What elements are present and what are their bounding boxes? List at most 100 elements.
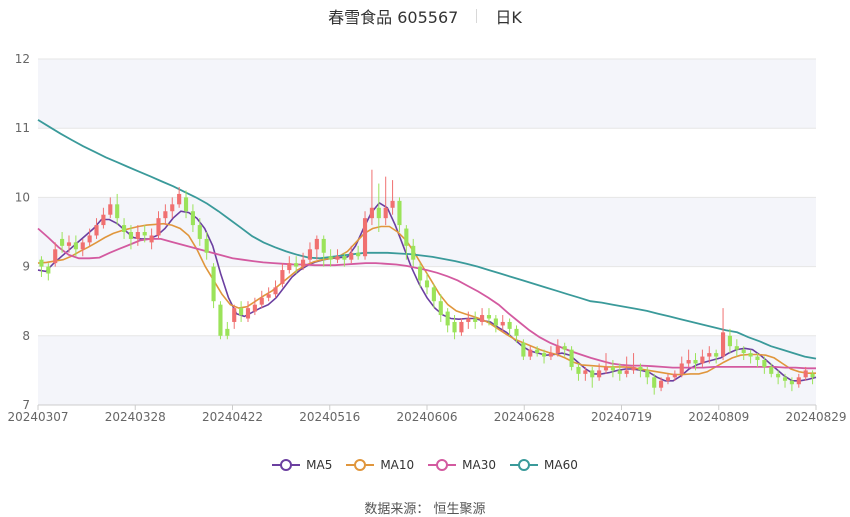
candle-body: [576, 366, 581, 374]
x-tick-label: 20240307: [7, 410, 68, 424]
candle-body: [631, 366, 636, 371]
candle-body: [128, 232, 134, 239]
candle-body: [473, 318, 478, 322]
legend-label-ma60: MA60: [544, 458, 578, 472]
candle-body: [349, 252, 354, 260]
x-tick-label: 20240606: [396, 410, 457, 424]
candle-body: [810, 373, 815, 378]
legend-item-ma30[interactable]: MA30: [428, 458, 496, 472]
candle-body: [328, 256, 333, 260]
candle-body: [776, 373, 781, 378]
candle-body: [314, 238, 319, 250]
x-tick-label: 20240809: [688, 410, 749, 424]
candle-body: [335, 256, 340, 260]
candle-body: [693, 360, 698, 364]
legend-item-ma5[interactable]: MA5: [272, 458, 332, 472]
candle-body: [211, 266, 216, 302]
candle-body: [245, 308, 251, 319]
candle-body: [259, 297, 264, 305]
candle-body: [741, 349, 746, 354]
candle-body: [60, 238, 65, 246]
candle-body: [714, 353, 719, 357]
grid-layer: [38, 58, 816, 406]
candle-body: [769, 366, 774, 374]
candle-body: [521, 342, 526, 357]
legend-label-ma5: MA5: [306, 458, 333, 472]
candle-body: [66, 242, 72, 246]
candle-body: [424, 280, 430, 288]
candle-body: [266, 294, 271, 298]
candle-body: [789, 380, 794, 385]
candle-body: [569, 349, 574, 367]
candle-body: [218, 304, 223, 336]
candle-body: [652, 377, 657, 388]
data-source: 数据来源： 恒生聚源: [364, 502, 486, 517]
candle-body: [459, 321, 464, 333]
candle-body: [796, 377, 801, 385]
legend-item-ma10[interactable]: MA10: [346, 458, 414, 472]
candle-body: [376, 207, 381, 219]
candle-body: [782, 377, 788, 381]
candle-body: [390, 200, 395, 208]
candle-body: [39, 259, 44, 267]
candle-body: [294, 263, 299, 267]
legend-swatch-ma60-icon: [510, 459, 539, 471]
x-tick-label: 20240628: [494, 410, 555, 424]
candle-body: [734, 346, 739, 350]
candle-body: [638, 366, 643, 371]
grid-band: [38, 335, 816, 405]
candle-body: [142, 232, 147, 236]
candle-body: [53, 249, 58, 264]
candle-body: [583, 370, 588, 374]
candle-body: [679, 363, 684, 374]
x-tick-label: 20240328: [105, 410, 166, 424]
candle-body: [252, 304, 257, 312]
candle-body: [507, 321, 512, 329]
candle-body: [156, 218, 161, 236]
y-tick-label: 12: [15, 52, 30, 66]
candle-body: [445, 311, 450, 326]
candle-body: [108, 204, 113, 215]
candle-body: [46, 266, 51, 274]
candle-body: [528, 349, 533, 357]
candle-body: [438, 301, 443, 316]
candle-body: [232, 308, 237, 322]
candle-body: [307, 249, 313, 260]
y-tick-label: 8: [22, 329, 30, 343]
candle-body: [80, 242, 85, 250]
candle-body: [466, 318, 471, 322]
candle-body: [121, 225, 127, 232]
candle-body: [486, 315, 492, 319]
candle-body: [342, 256, 347, 260]
candle-body: [659, 380, 664, 388]
candle-body: [617, 370, 622, 374]
candle-body: [280, 270, 285, 284]
candle-body: [397, 200, 402, 226]
candle-body: [665, 377, 671, 381]
candle-body: [452, 321, 457, 333]
legend-item-ma60[interactable]: MA60: [510, 458, 578, 472]
candle-body: [514, 328, 519, 336]
candle-body: [500, 321, 505, 326]
y-tick-label: 9: [22, 260, 30, 274]
candle-body: [204, 238, 209, 253]
candle-body: [87, 235, 92, 243]
legend-swatch-ma30-icon: [428, 459, 457, 471]
candle-body: [762, 360, 767, 367]
candle-body: [301, 259, 306, 267]
candle-body: [645, 370, 650, 378]
candle-body: [418, 266, 423, 281]
candle-body: [748, 353, 753, 357]
candle-body: [183, 197, 189, 212]
candle-body: [362, 218, 368, 257]
candle-body: [163, 211, 168, 219]
candle-body: [190, 211, 195, 226]
x-tick-label: 20240422: [202, 410, 263, 424]
candle-body: [94, 225, 99, 236]
candle-body: [755, 356, 760, 361]
candle-body: [225, 328, 230, 336]
candle-body: [720, 332, 726, 357]
candle-body: [686, 360, 691, 364]
candle-body: [73, 242, 78, 250]
y-tick-label: 10: [15, 190, 30, 204]
